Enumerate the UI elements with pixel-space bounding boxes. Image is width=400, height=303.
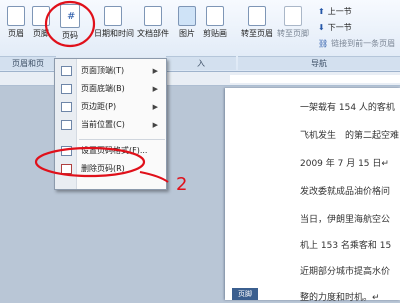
doc-line: 机上 153 名乘客和 15	[300, 241, 392, 251]
page-bottom-icon	[61, 84, 72, 94]
page-number-button[interactable]: # 页码	[56, 4, 84, 41]
down-arrow-icon: ⬇	[318, 23, 325, 32]
goto-footer-label: 转至页脚	[277, 29, 309, 38]
format-page-number-icon	[61, 146, 72, 156]
doc-parts-label: 文档部件	[137, 29, 169, 38]
doc-line: 发改委就成品油价格问	[300, 187, 391, 197]
group-navigation: 导航	[238, 56, 400, 70]
clip-art-button[interactable]: 剪贴画	[202, 6, 228, 39]
menu-item-label: 当前位置(C)	[81, 120, 125, 129]
picture-icon	[178, 6, 196, 26]
doc-line: 飞机发生 的第二起空难	[300, 131, 400, 141]
up-arrow-icon: ⬆	[318, 7, 325, 16]
link-icon: ⛓	[318, 39, 329, 48]
doc-line: 2009 年 7 月 15 日↵	[300, 159, 389, 169]
menu-item-format-page-numbers[interactable]: 设置页码格式(F)...	[55, 143, 166, 159]
header-label: 页眉	[8, 29, 24, 38]
submenu-arrow-icon: ▶	[152, 103, 158, 111]
menu-item-label: 页面底端(B)	[81, 84, 125, 93]
link-previous-button[interactable]: ⛓ 链接到前一条页眉	[318, 38, 395, 49]
footer-button[interactable]: 页脚	[28, 6, 54, 39]
footer-icon	[32, 6, 50, 26]
page-number-menu: 页面顶端(T) ▶ 页面底端(B) ▶ 页边距(P) ▶ 当前位置(C) ▶ 设…	[54, 58, 167, 190]
clip-art-icon	[206, 6, 224, 26]
prev-section-button[interactable]: ⬆ 上一节	[318, 6, 352, 17]
current-position-icon	[61, 120, 72, 130]
menu-item-bottom-of-page[interactable]: 页面底端(B) ▶	[55, 81, 166, 97]
menu-item-current-position[interactable]: 当前位置(C) ▶	[55, 117, 166, 133]
menu-item-remove-page-numbers[interactable]: 删除页码(R)	[55, 161, 166, 177]
doc-line: 整的力度和时机。↵	[300, 293, 380, 303]
menu-item-page-margins[interactable]: 页边距(P) ▶	[55, 99, 166, 115]
doc-line: 一架载有 154 人的客机	[300, 103, 395, 113]
date-time-label: 日期和时间	[94, 29, 134, 38]
prev-section-label: 上一节	[327, 7, 352, 16]
next-section-label: 下一节	[327, 23, 352, 32]
goto-footer-icon	[284, 6, 302, 26]
remove-page-number-icon	[61, 164, 72, 174]
group-header-footer: 页眉和页	[0, 56, 56, 70]
submenu-arrow-icon: ▶	[152, 121, 158, 129]
doc-line: 当日，伊朗里海航空公	[300, 215, 391, 225]
footer-label: 页脚	[33, 29, 49, 38]
submenu-arrow-icon: ▶	[152, 67, 158, 75]
page-number-icon: #	[60, 4, 80, 28]
calendar-icon	[104, 6, 122, 26]
picture-label: 图片	[179, 29, 195, 38]
menu-item-label: 页边距(P)	[81, 102, 117, 111]
link-previous-label: 链接到前一条页眉	[331, 39, 396, 48]
page-top-icon	[61, 66, 72, 76]
menu-item-label: 删除页码(R)	[81, 164, 125, 173]
next-section-button[interactable]: ⬇ 下一节	[318, 22, 352, 33]
goto-header-icon	[248, 6, 266, 26]
menu-separator	[79, 139, 165, 140]
page-margins-icon	[61, 102, 72, 112]
picture-button[interactable]: 图片	[176, 6, 198, 39]
goto-header-label: 转至页眉	[241, 29, 273, 38]
menu-item-label: 设置页码格式(F)...	[81, 146, 148, 155]
clip-art-label: 剪贴画	[203, 29, 227, 38]
menu-item-top-of-page[interactable]: 页面顶端(T) ▶	[55, 63, 166, 79]
ruler-text-area	[230, 75, 400, 83]
doc-parts-button[interactable]: 文档部件	[136, 6, 170, 39]
submenu-arrow-icon: ▶	[152, 85, 158, 93]
doc-line: 近期部分城市提高水价	[300, 267, 391, 277]
annotation-number: 2	[176, 174, 187, 195]
menu-item-label: 页面顶端(T)	[81, 66, 125, 75]
page-number-label: 页码	[62, 31, 78, 40]
header-button[interactable]: 页眉	[2, 6, 30, 39]
group-insert: 入	[166, 56, 236, 70]
header-icon	[7, 6, 25, 26]
goto-header-button[interactable]: 转至页眉	[240, 6, 274, 39]
svg-text:#: #	[67, 11, 75, 22]
doc-parts-icon	[144, 6, 162, 26]
date-time-button[interactable]: 日期和时间	[94, 6, 134, 39]
goto-footer-button[interactable]: 转至页脚	[276, 6, 310, 39]
footer-tag: 页脚	[232, 288, 258, 300]
